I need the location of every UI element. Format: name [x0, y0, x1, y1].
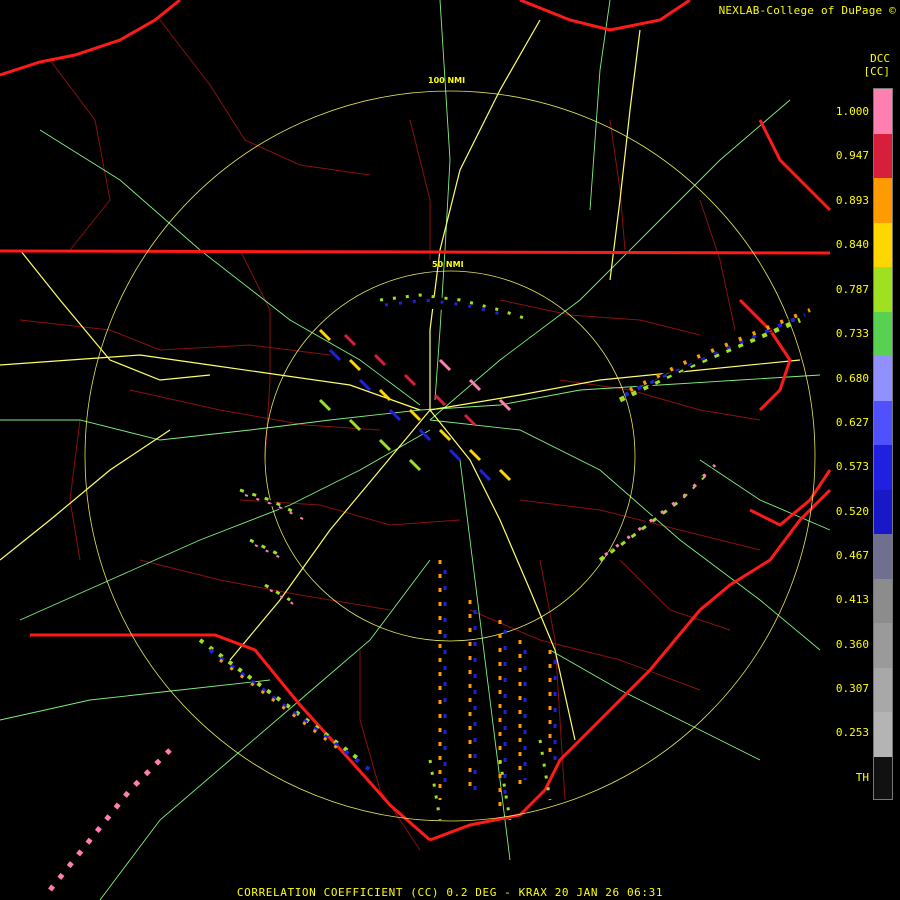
legend-color-segment — [874, 178, 892, 223]
range-ring-50-label: 50 NMI — [432, 260, 464, 269]
legend-color-segment — [874, 578, 892, 623]
legend-color-segment — [874, 489, 892, 534]
legend-product-code: DCC — [870, 52, 890, 65]
range-rings — [84, 90, 816, 822]
legend-color-segment — [874, 133, 892, 178]
legend-title: DCC [CC] — [864, 52, 891, 78]
legend-color-segment — [874, 400, 892, 445]
legend-label: 0.947 — [835, 149, 869, 162]
legend-label: 0.573 — [835, 460, 869, 473]
credit-text: NEXLAB-College of DuPage © — [718, 4, 896, 17]
range-ring-100-label: 100 NMI — [428, 76, 465, 85]
legend-label: 0.893 — [835, 194, 869, 207]
legend-colorbar — [873, 88, 893, 800]
southwest-band — [48, 638, 372, 892]
legend-color-segment — [874, 89, 892, 134]
legend-label: 0.520 — [835, 505, 869, 518]
legend-label: 0.840 — [835, 238, 869, 251]
legend-label: 0.360 — [835, 638, 869, 651]
legend-color-segment — [874, 356, 892, 401]
legend-color-segment — [874, 222, 892, 267]
legend-label: 0.253 — [835, 726, 869, 739]
legend-label: 0.680 — [835, 372, 869, 385]
road-network — [0, 0, 831, 900]
radar-map: 100 NMI 50 NMI — [0, 0, 832, 900]
legend-color-segment — [874, 623, 892, 668]
legend-label: 0.787 — [835, 283, 869, 296]
legend-color-segment — [874, 756, 892, 799]
legend-label: 0.413 — [835, 593, 869, 606]
state-boundaries — [0, 0, 832, 842]
legend-color-segment — [874, 667, 892, 712]
county-lines — [19, 19, 761, 851]
legend-label: 1.000 — [835, 105, 869, 118]
radar-viewer: 100 NMI 50 NMI NEXLAB-College of DuPage … — [0, 0, 900, 900]
legend-color-segment — [874, 445, 892, 490]
legend-label: 0.307 — [835, 682, 869, 695]
northern-arc — [379, 293, 531, 322]
legend-unit: [CC] — [863, 65, 891, 78]
legend-color-segment — [874, 712, 892, 757]
legend-label: 0.467 — [835, 549, 869, 562]
southern-streaks — [428, 560, 557, 821]
legend-color-segment — [874, 267, 892, 312]
legend-color-segment — [874, 534, 892, 579]
product-caption: CORRELATION COEFFICIENT (CC) 0.2 DEG - K… — [236, 886, 664, 899]
eastern-band — [598, 308, 811, 562]
legend-label: TH — [855, 771, 869, 784]
legend-label: 0.627 — [835, 416, 869, 429]
legend-color-segment — [874, 311, 892, 356]
legend-label: 0.733 — [835, 327, 869, 340]
